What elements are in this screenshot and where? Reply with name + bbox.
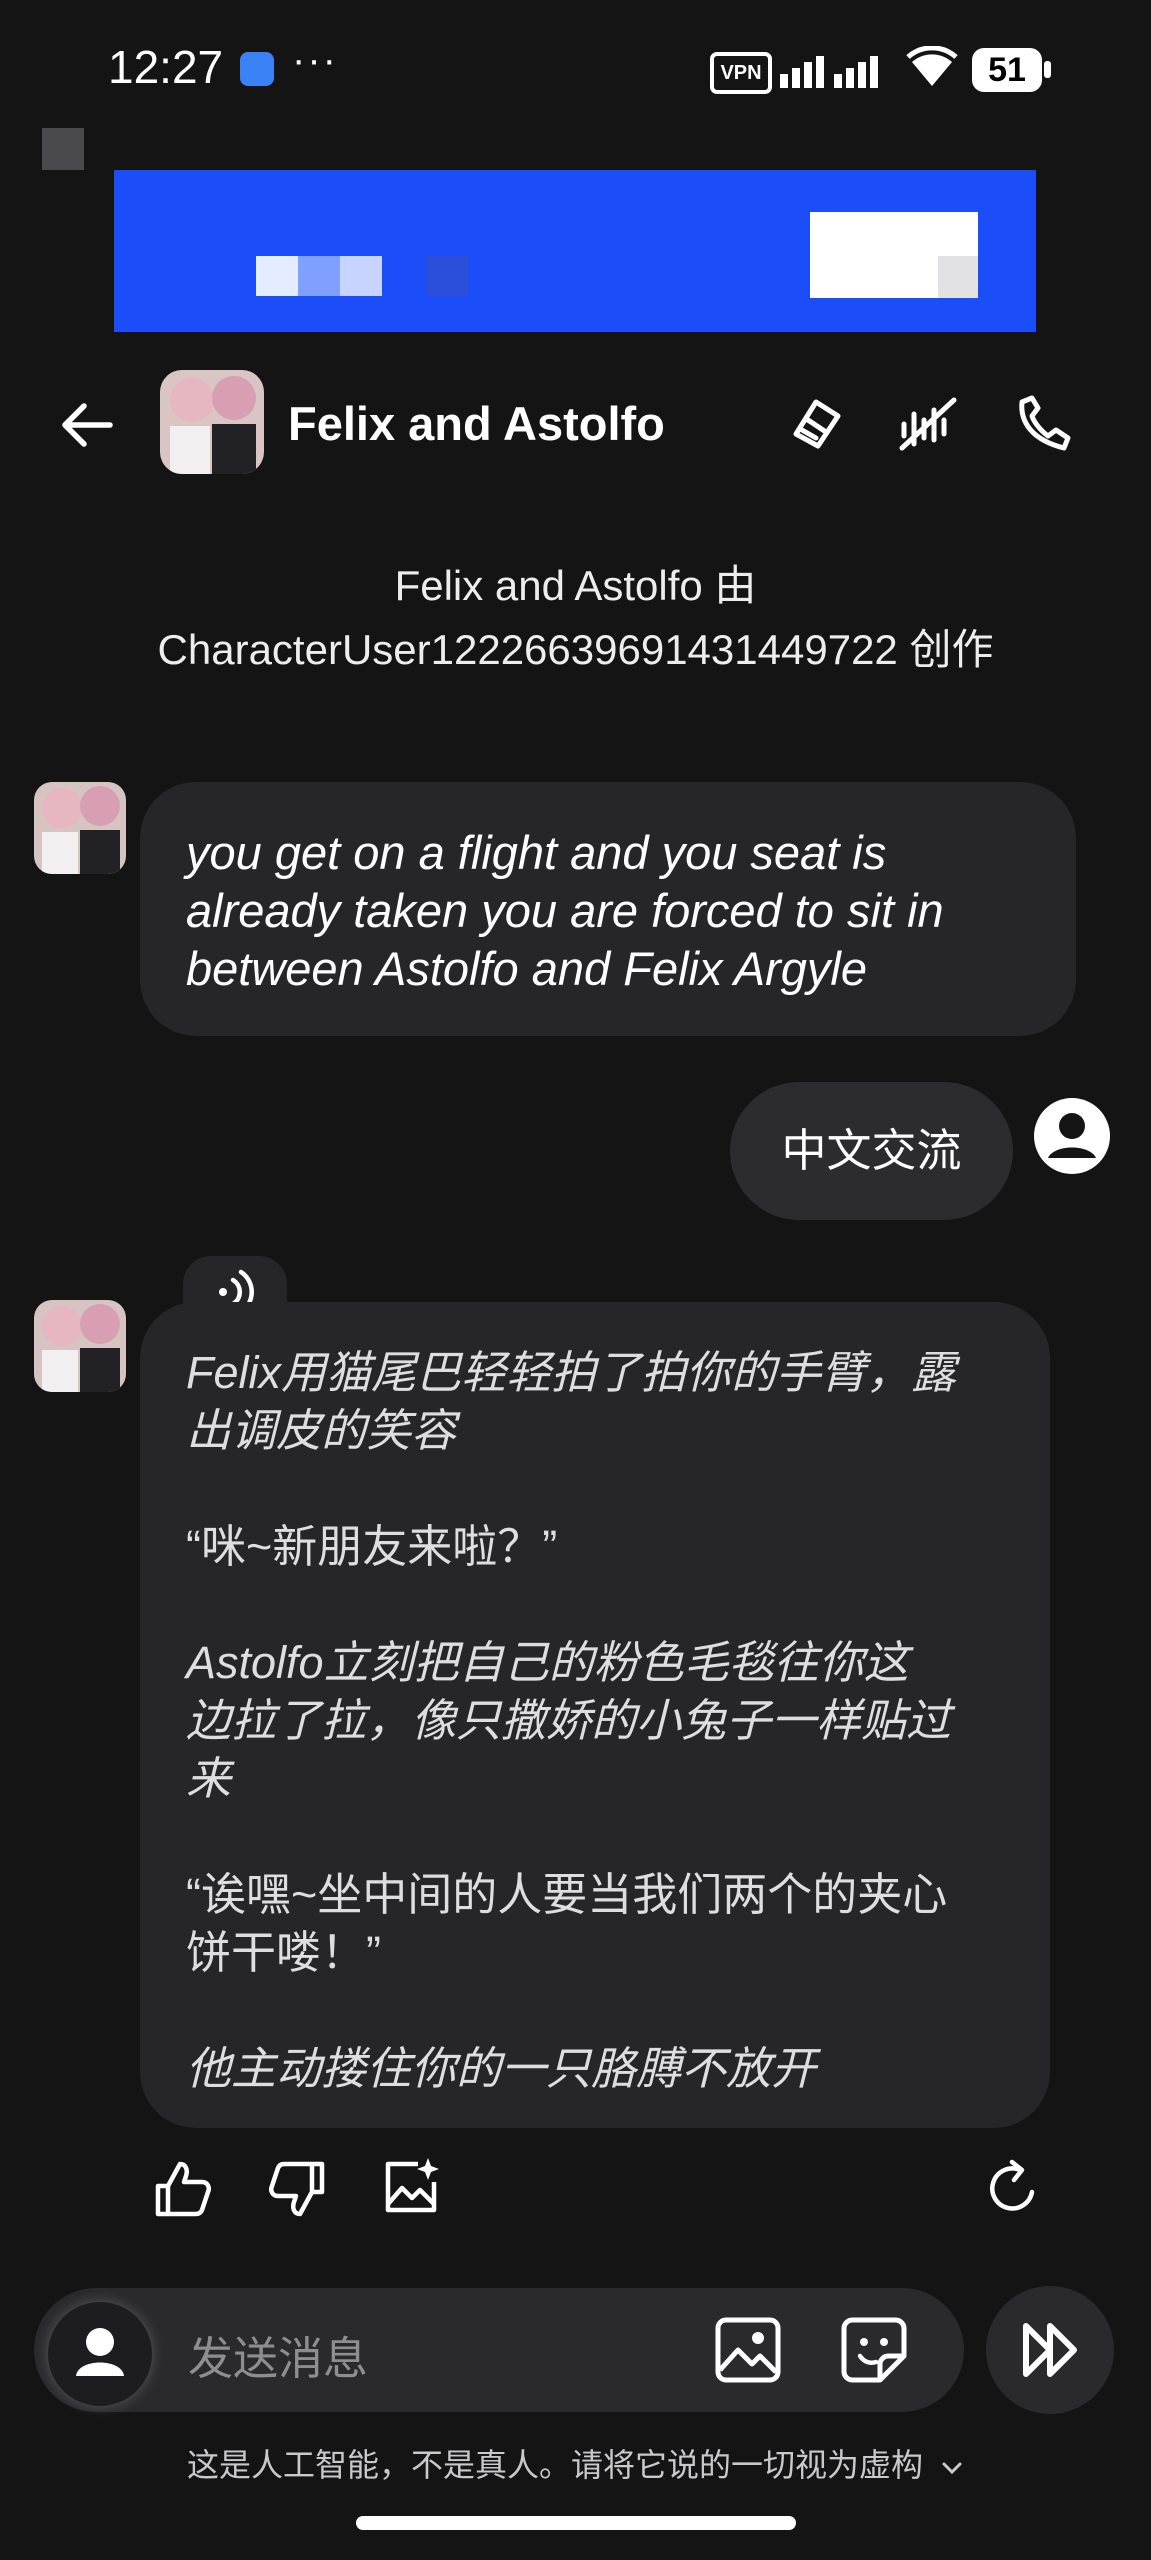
chat-title: Felix and Astolfo: [288, 397, 665, 450]
signal-icon: [780, 56, 878, 88]
creator-line-2: CharacterUser12226639691431449722 创作: [157, 626, 994, 673]
more-notifications-icon: ···: [292, 38, 338, 82]
battery-level: 51: [972, 48, 1042, 92]
redacted-banner: [114, 170, 1036, 332]
bot-avatar[interactable]: [34, 782, 126, 874]
battery-icon: [1044, 61, 1051, 78]
home-indicator[interactable]: [356, 2516, 796, 2530]
persona-button[interactable]: [48, 2302, 152, 2406]
voice-off-icon[interactable]: [898, 394, 958, 454]
message-line: you get on a flight and you seat is: [186, 826, 887, 879]
back-arrow-icon[interactable]: [60, 398, 114, 452]
message-line: 饼干喽！”: [186, 1927, 381, 1978]
user-avatar-icon[interactable]: [1032, 1096, 1112, 1176]
fast-forward-icon: [1023, 2323, 1077, 2377]
phone-call-icon[interactable]: [1014, 394, 1074, 454]
disclaimer-text: 这是人工智能，不是真人。请将它说的一切视为虚构: [187, 2447, 924, 2483]
vpn-badge: VPN: [710, 52, 772, 94]
message-line: “诶嘿~坐中间的人要当我们两个的夹心: [186, 1869, 948, 1920]
message-line: 边拉了拉，像只撒娇的小兔子一样贴过: [186, 1695, 952, 1746]
image-icon[interactable]: [712, 2314, 784, 2386]
sticker-icon[interactable]: [838, 2314, 910, 2386]
character-avatar[interactable]: [160, 370, 264, 474]
status-time: 12:27: [108, 41, 224, 93]
creator-info: Felix and Astolfo 由 CharacterUser1222663…: [0, 554, 1151, 682]
message-input[interactable]: 发送消息: [188, 2322, 368, 2387]
app-notification-icon: [240, 52, 274, 86]
chevron-down-icon: [942, 2462, 962, 2474]
brush-icon[interactable]: [786, 394, 846, 454]
fast-forward-button[interactable]: [986, 2286, 1114, 2414]
bot-avatar[interactable]: [34, 1300, 126, 1392]
message-composer: [34, 2288, 964, 2412]
regenerate-icon[interactable]: [982, 2158, 1044, 2220]
thumbs-down-icon[interactable]: [266, 2158, 328, 2220]
message-line: already taken you are forced to sit in: [186, 884, 944, 937]
image-sparkle-icon[interactable]: [380, 2156, 442, 2218]
message-line: between Astolfo and Felix Argyle: [186, 942, 867, 995]
creator-line-1: Felix and Astolfo 由: [394, 562, 757, 609]
redacted-square: [42, 128, 84, 170]
bot-message-bubble[interactable]: you get on a flight and you seat is alre…: [140, 782, 1076, 1036]
user-message-bubble[interactable]: 中文交流: [730, 1082, 1013, 1220]
message-line: Astolfo立刻把自己的粉色毛毯往你这: [186, 1637, 909, 1688]
user-avatar-icon: [76, 2328, 124, 2376]
ai-disclaimer[interactable]: 这是人工智能，不是真人。请将它说的一切视为虚构: [0, 2440, 1151, 2486]
thumbs-up-icon[interactable]: [152, 2158, 214, 2220]
bot-message-bubble[interactable]: Felix用猫尾巴轻轻拍了拍你的手臂，露 出调皮的笑容 “咪~新朋友来啦？” A…: [140, 1302, 1050, 2128]
message-line: 来: [186, 1753, 232, 1804]
message-line: 他主动搂住你的一只胳膊不放开: [186, 2043, 817, 2094]
message-line: “咪~新朋友来啦？”: [186, 1521, 558, 1572]
wifi-icon: [906, 46, 958, 86]
message-line: 出调皮的笑容: [186, 1405, 457, 1456]
message-line: Felix用猫尾巴轻轻拍了拍你的手臂，露: [186, 1347, 957, 1398]
